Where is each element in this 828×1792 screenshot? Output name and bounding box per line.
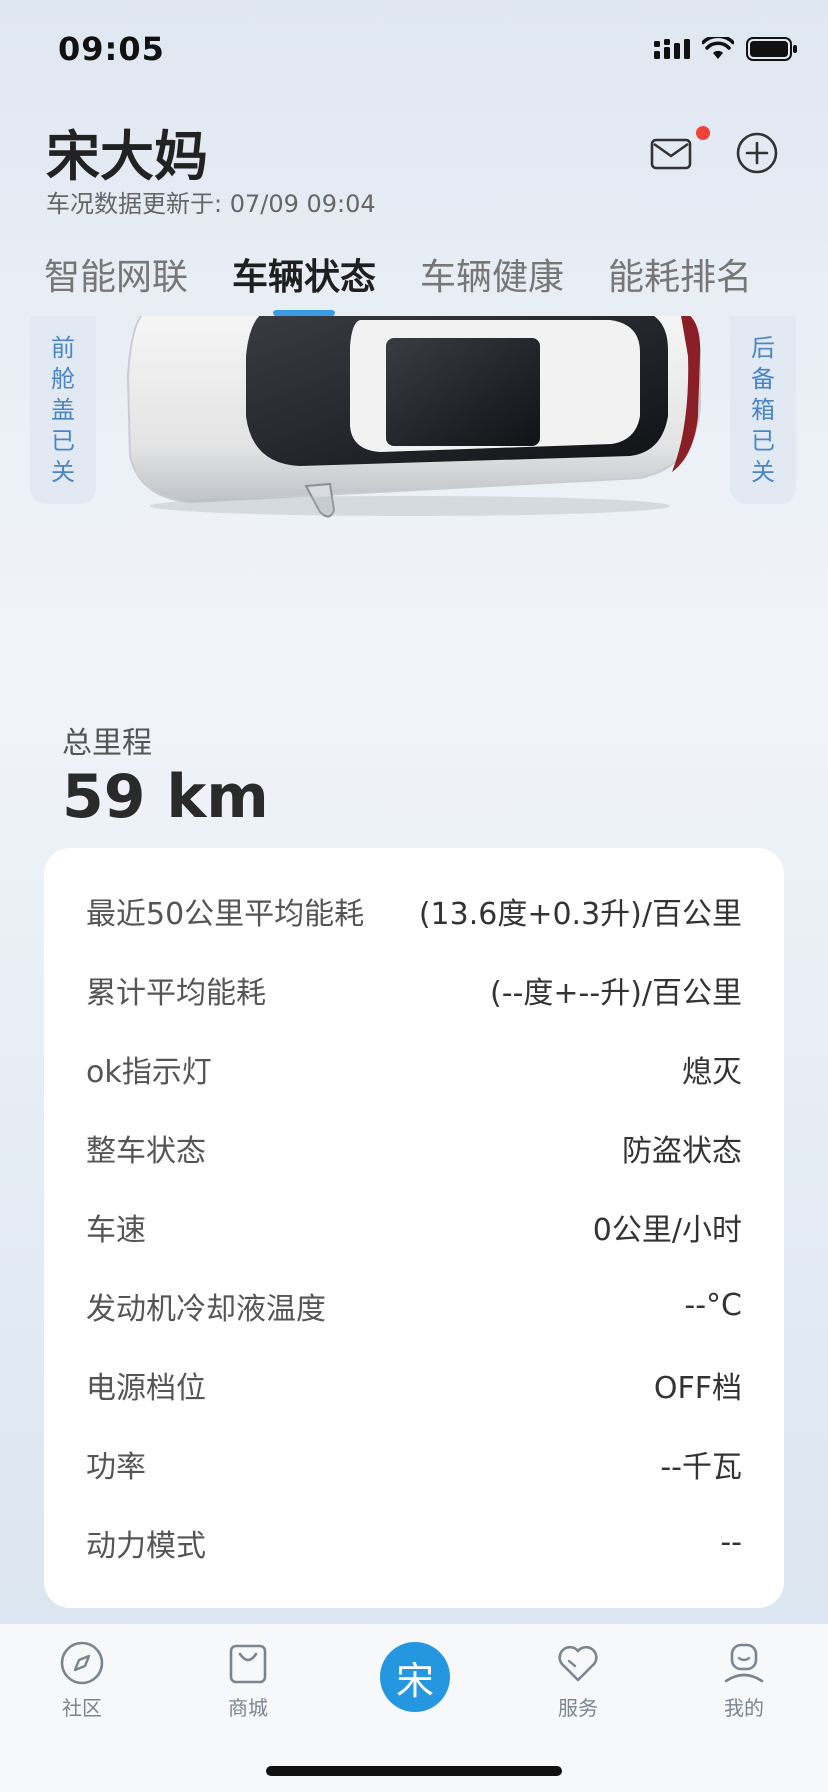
stat-row: 电源档位 OFF档 <box>86 1345 742 1424</box>
stat-row: 车速 0公里/小时 <box>86 1187 742 1266</box>
song-brand-icon[interactable]: 宋 <box>380 1642 450 1712</box>
stat-row: 整车状态 防盗状态 <box>86 1108 742 1187</box>
tab-vehicle-status[interactable]: 车辆状态 <box>232 248 376 300</box>
tab-energy-ranking[interactable]: 能耗排名 <box>608 248 752 300</box>
nav-service[interactable]: 服务 <box>528 1640 628 1721</box>
stat-row: 累计平均能耗 (--度+--升)/百公里 <box>86 950 742 1029</box>
stat-row: 发动机冷却液温度 --°C <box>86 1266 742 1345</box>
tab-vehicle-health[interactable]: 车辆健康 <box>420 248 564 300</box>
stat-label: 最近50公里平均能耗 <box>86 896 365 932</box>
stat-value: --°C <box>684 1288 742 1323</box>
status-time: 09:05 <box>58 30 165 68</box>
stat-label: 电源档位 <box>86 1370 206 1406</box>
status-icons <box>654 34 798 64</box>
profile-icon <box>724 1643 764 1683</box>
stat-value: 熄灭 <box>682 1054 742 1090</box>
stat-row: 功率 --千瓦 <box>86 1424 742 1503</box>
stat-label: 发动机冷却液温度 <box>86 1291 326 1327</box>
shopping-bag-icon <box>229 1644 267 1684</box>
stat-row: ok指示灯 熄灭 <box>86 1029 742 1108</box>
stat-label: 整车状态 <box>86 1133 206 1169</box>
stat-label: 车速 <box>86 1212 146 1248</box>
mileage-label: 总里程 <box>62 726 152 761</box>
nav-profile[interactable]: 我的 <box>694 1640 794 1721</box>
update-timestamp: 车况数据更新于: 07/09 09:04 <box>46 190 376 218</box>
stat-label: 累计平均能耗 <box>86 975 266 1011</box>
nav-label: 服务 <box>558 1696 598 1720</box>
trunk-status-tag: 后备箱已关 <box>730 316 796 504</box>
stat-value: (--度+--升)/百公里 <box>490 975 742 1011</box>
bottom-nav: 社区 商城 宋 服务 我的 <box>0 1624 828 1792</box>
stat-value: --千瓦 <box>660 1449 742 1485</box>
front-hood-status-text: 前舱盖已关 <box>51 333 75 486</box>
add-icon[interactable] <box>736 132 778 174</box>
stat-value: -- <box>720 1525 742 1560</box>
wifi-icon <box>702 37 734 59</box>
car-status-visual: 前舱盖已关 后备箱已关 <box>0 316 828 576</box>
page-title: 宋大妈 <box>46 125 208 188</box>
mail-icon[interactable] <box>648 130 696 178</box>
stat-value: OFF档 <box>653 1370 742 1406</box>
tab-smart-connect[interactable]: 智能网联 <box>44 248 188 300</box>
stat-row: 动力模式 -- <box>86 1503 742 1582</box>
tab-bar: 智能网联 车辆状态 车辆健康 能耗排名 <box>0 240 828 316</box>
stat-row: 最近50公里平均能耗 (13.6度+0.3升)/百公里 <box>86 871 742 950</box>
nav-label: 我的 <box>724 1696 764 1720</box>
nav-label: 商城 <box>228 1696 268 1720</box>
stat-value: (13.6度+0.3升)/百公里 <box>418 896 742 932</box>
nav-mall[interactable]: 商城 <box>198 1640 298 1721</box>
mileage-value: 59 km <box>62 762 269 832</box>
notification-dot <box>696 126 710 140</box>
battery-icon <box>746 37 797 61</box>
trunk-status-text: 后备箱已关 <box>751 333 775 486</box>
nav-community[interactable]: 社区 <box>32 1640 132 1721</box>
stat-value: 0公里/小时 <box>592 1212 742 1248</box>
compass-icon <box>60 1641 104 1685</box>
stat-value: 防盗状态 <box>622 1133 742 1169</box>
signal-icon <box>654 39 690 59</box>
home-indicator <box>266 1766 562 1776</box>
nav-label: 社区 <box>62 1696 102 1720</box>
stat-label: 功率 <box>86 1449 146 1485</box>
stat-label: ok指示灯 <box>86 1054 212 1090</box>
status-bar: 09:05 <box>0 0 828 100</box>
front-hood-status-tag: 前舱盖已关 <box>30 316 96 504</box>
vehicle-stats-card: 最近50公里平均能耗 (13.6度+0.3升)/百公里 累计平均能耗 (--度+… <box>44 848 784 1608</box>
car-top-view-image <box>126 316 701 518</box>
stat-label: 动力模式 <box>86 1528 206 1564</box>
heart-icon <box>558 1645 598 1682</box>
